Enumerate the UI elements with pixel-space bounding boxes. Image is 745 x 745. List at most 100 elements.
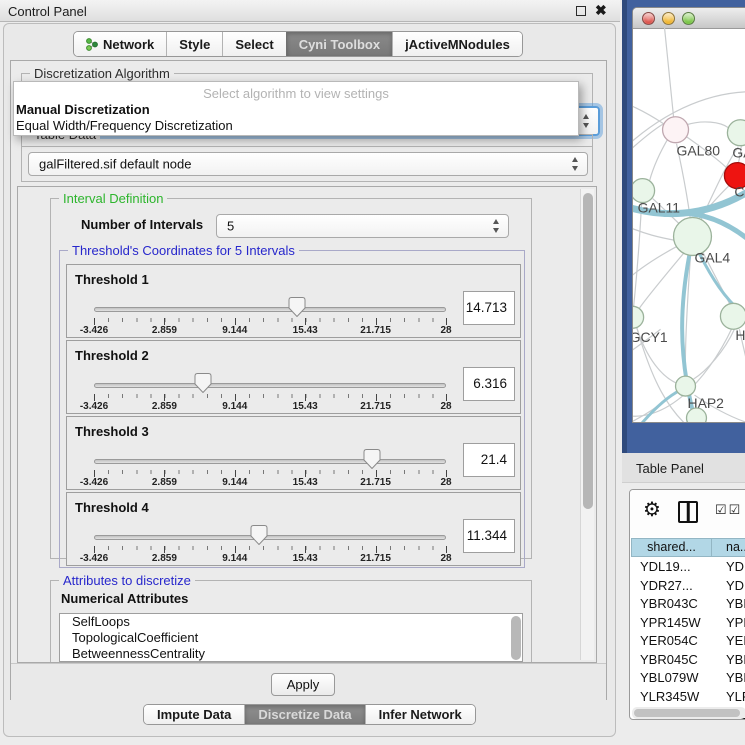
- slider-thumb[interactable]: [289, 297, 306, 317]
- number-of-intervals-combobox[interactable]: 5: [216, 214, 509, 238]
- table-row[interactable]: YBR043CYBR0: [631, 595, 745, 614]
- table-panel-titlebar: Table Panel: [622, 453, 745, 483]
- network-node-gcy1[interactable]: [633, 306, 644, 328]
- minimize-light-icon[interactable]: [662, 12, 675, 25]
- slider-axis-labels: -3.4262.8599.14415.4321.71528: [94, 325, 446, 337]
- table-cell: YLR3: [712, 688, 745, 707]
- threshold-panel: Threshold 3 -3.4262.8599.14415.4321.7152…: [66, 416, 521, 490]
- slider-thumb-icon: [195, 373, 212, 393]
- top-tab-select[interactable]: Select: [222, 32, 285, 56]
- major-tick: [305, 546, 306, 553]
- node-label: GAL80: [677, 143, 721, 159]
- table-data-combobox[interactable]: galFiltered.sif default node: [28, 152, 588, 176]
- bottom-tab-discretize-data[interactable]: Discretize Data: [244, 705, 364, 724]
- bottom-tab-infer-network[interactable]: Infer Network: [365, 705, 475, 724]
- major-tick: [305, 470, 306, 477]
- threshold-slider[interactable]: -3.4262.8599.14415.4321.71528: [94, 265, 446, 339]
- top-tab-cyni-toolbox[interactable]: Cyni Toolbox: [286, 32, 392, 56]
- tab-label: Impute Data: [157, 707, 231, 722]
- float-window-icon[interactable]: [576, 6, 586, 16]
- threshold-value-field[interactable]: 6.316: [463, 367, 515, 401]
- network-node-ha[interactable]: [720, 303, 745, 329]
- attribute-item-topologicalcoefficient[interactable]: TopologicalCoefficient: [60, 630, 522, 646]
- top-tab-style[interactable]: Style: [166, 32, 222, 56]
- network-node[interactable]: [687, 408, 707, 422]
- slider-axis-labels: -3.4262.8599.14415.4321.71528: [94, 477, 446, 489]
- numerical-attributes-list[interactable]: SelfLoopsTopologicalCoefficientBetweenne…: [59, 613, 523, 662]
- column-header-na[interactable]: na...: [712, 538, 745, 557]
- top-tab-network[interactable]: Network: [74, 32, 166, 56]
- scrollbar-thumb[interactable]: [634, 709, 740, 717]
- table-row[interactable]: YBL079WYBL0: [631, 669, 745, 688]
- threshold-slider[interactable]: -3.4262.8599.14415.4321.71528: [94, 341, 446, 415]
- table-row[interactable]: YDL19...YDL1: [631, 558, 745, 577]
- apply-button[interactable]: Apply: [271, 673, 335, 696]
- slider-axis-labels: -3.4262.8599.14415.4321.71528: [94, 401, 446, 413]
- network-icon: [86, 37, 98, 52]
- close-icon[interactable]: ✖: [595, 2, 607, 19]
- close-light-icon[interactable]: [642, 12, 655, 25]
- major-tick: [164, 470, 165, 477]
- slider-axis-labels: -3.4262.8599.14415.4321.71528: [94, 553, 446, 565]
- slider-thumb[interactable]: [364, 449, 381, 469]
- network-node-gal80[interactable]: [663, 117, 689, 143]
- attribute-item-selfloops[interactable]: SelfLoops: [60, 614, 522, 630]
- algorithm-option-manual-discretization[interactable]: Manual Discretization: [16, 102, 150, 118]
- table-panel-title: Table Panel: [636, 461, 704, 476]
- network-node-ga[interactable]: [727, 120, 745, 146]
- slider-track[interactable]: [94, 535, 446, 540]
- slider-track[interactable]: [94, 459, 446, 464]
- threshold-slider[interactable]: -3.4262.8599.14415.4321.71528: [94, 493, 446, 567]
- top-tab-bar: NetworkStyleSelectCyni Toolbox jActiveMNo…: [73, 31, 523, 57]
- table-row[interactable]: YBR045CYBR0: [631, 651, 745, 670]
- column-header-shared[interactable]: shared...: [631, 538, 712, 557]
- axis-label: 9.144: [222, 401, 247, 412]
- tab-label: jActiveMNodules: [405, 37, 510, 52]
- checkbox-icons[interactable]: ☑☑: [715, 502, 742, 518]
- table-row[interactable]: YPR145WYPR1: [631, 614, 745, 633]
- scrollbar-thumb[interactable]: [583, 193, 593, 509]
- attribute-item-betweennesscentrality[interactable]: BetweennessCentrality: [60, 646, 522, 662]
- threshold-value-field[interactable]: 11.344: [463, 519, 515, 553]
- network-window-titlebar[interactable]: [633, 8, 745, 29]
- major-tick: [94, 470, 95, 477]
- threshold-value-field[interactable]: 21.4: [463, 443, 515, 477]
- group-title: Attributes to discretize: [59, 573, 195, 588]
- node-label: GA: [732, 145, 745, 161]
- axis-label: 28: [440, 401, 451, 412]
- slider-thumb[interactable]: [251, 525, 268, 545]
- major-tick: [305, 318, 306, 325]
- network-canvas[interactable]: GAL80GACGAL11GAL4GCY1HAHAP2: [633, 28, 745, 422]
- table-cell: YDL1: [712, 558, 745, 577]
- slider-thumb[interactable]: [195, 373, 212, 393]
- list-scrollbar[interactable]: [511, 616, 521, 660]
- gear-icon[interactable]: ⚙: [643, 497, 661, 522]
- number-of-intervals-value: 5: [227, 219, 234, 234]
- major-tick: [94, 546, 95, 553]
- zoom-light-icon[interactable]: [682, 12, 695, 25]
- major-tick: [446, 394, 447, 401]
- table-row[interactable]: YLR345WYLR3: [631, 688, 745, 707]
- axis-label: 15.43: [293, 477, 318, 488]
- tab-label: Discretize Data: [258, 707, 351, 722]
- table-cell: YBR0: [712, 651, 745, 670]
- bottom-tab-impute-data[interactable]: Impute Data: [144, 705, 244, 724]
- axis-label: -3.426: [80, 477, 108, 488]
- algorithm-option-equal-width-frequency-discretization[interactable]: Equal Width/Frequency Discretization: [16, 118, 233, 134]
- table-toolbar: ⚙ ☑☑: [630, 490, 745, 537]
- axis-label: -3.426: [80, 553, 108, 564]
- table-row[interactable]: YER054CYER0: [631, 632, 745, 651]
- table-cell: YLR345W: [631, 688, 712, 707]
- table-row[interactable]: YDR27...YDR2: [631, 577, 745, 596]
- slider-track[interactable]: [94, 383, 446, 388]
- threshold-slider[interactable]: -3.4262.8599.14415.4321.71528: [94, 417, 446, 491]
- top-tab-jactivemnodules[interactable]: jActiveMNodules: [392, 32, 522, 56]
- threshold-value-field[interactable]: 14.713: [463, 291, 515, 325]
- columns-icon[interactable]: [678, 501, 698, 523]
- horizontal-scrollbar[interactable]: [632, 707, 745, 719]
- network-node-hap2[interactable]: [676, 376, 696, 396]
- slider-track[interactable]: [94, 307, 446, 312]
- vertical-scrollbar[interactable]: [580, 189, 594, 660]
- interval-definition-group: Interval Definition Number of Intervals …: [50, 198, 532, 559]
- table-cell: YER054C: [631, 632, 712, 651]
